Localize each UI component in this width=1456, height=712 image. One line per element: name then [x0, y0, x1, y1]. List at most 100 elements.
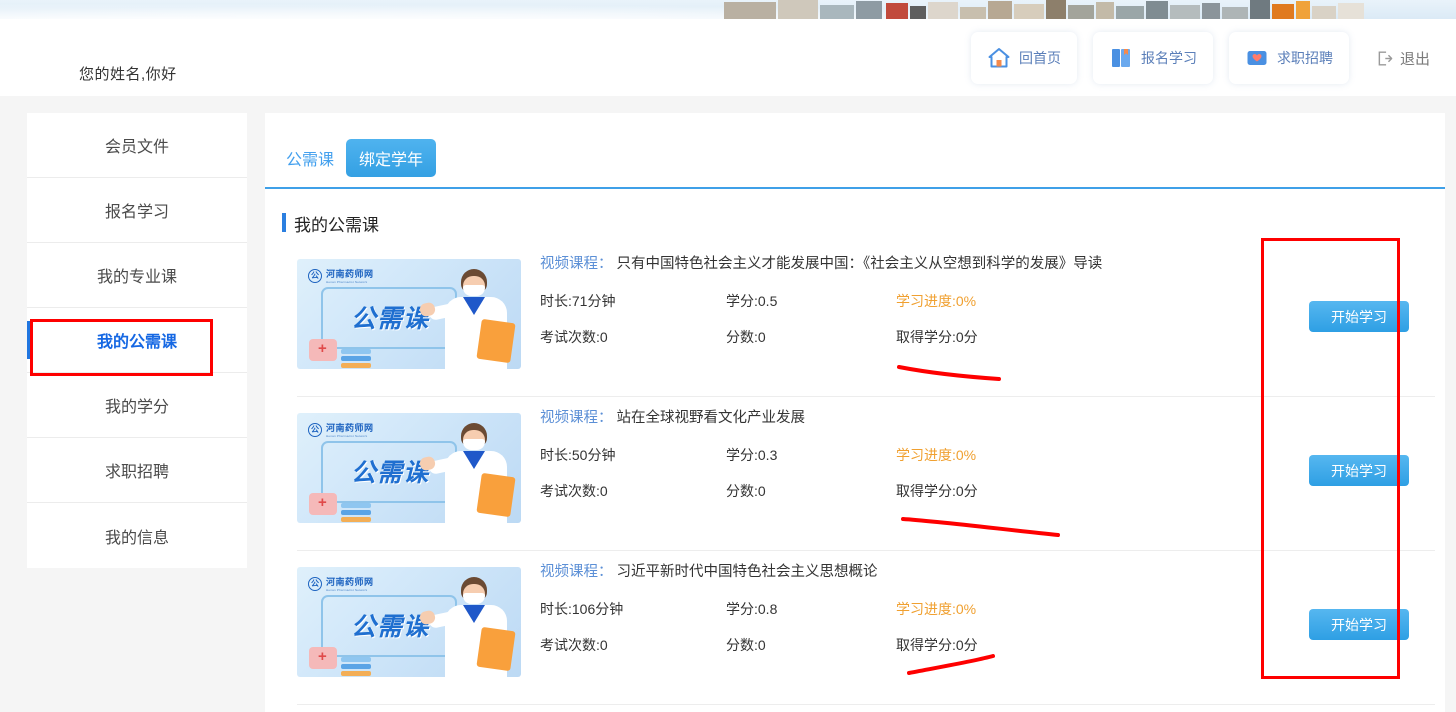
- sidebar-item-member-files[interactable]: 会员文件: [27, 113, 247, 178]
- sidebar-item-my-major-courses[interactable]: 我的专业课: [27, 243, 247, 308]
- course-title-prefix: 视频课程：: [540, 564, 613, 580]
- logout-button[interactable]: 退出: [1369, 48, 1440, 69]
- illustration-books: [341, 664, 371, 669]
- site-logo: 公 河南药师网 Henan Pharmacist Network: [308, 575, 374, 592]
- course-duration: 时长:71分钟: [540, 293, 616, 309]
- sidebar-item-job-recruitment[interactable]: 求职招聘: [27, 438, 247, 503]
- banner-cityscape: [724, 0, 1364, 19]
- course-title: 视频课程： 站在全球视野看文化产业发展: [540, 407, 1200, 429]
- logout-label: 退出: [1399, 50, 1430, 68]
- nav-home-label: 回首页: [1018, 50, 1061, 66]
- course-duration: 时长:50分钟: [540, 447, 616, 463]
- course-title: 视频课程： 习近平新时代中国特色社会主义思想概论: [540, 561, 1200, 583]
- illustration-medkit: [309, 493, 337, 515]
- course-meta-row-1: 时长:71分钟 学分:0.5 学习进度:0%: [540, 291, 1200, 311]
- tab-public-courses[interactable]: 公需课: [282, 140, 338, 176]
- course-meta-row-2: 考试次数:0 分数:0 取得学分:0分: [540, 481, 1200, 501]
- illustration-clipboard: [476, 626, 516, 672]
- site-logo: 公 河南药师网 Henan Pharmacist Network: [308, 421, 374, 438]
- section-title: 我的公需课: [282, 211, 379, 236]
- illustration-books: [341, 356, 371, 361]
- logout-icon: [1378, 50, 1393, 66]
- sidebar-item-label: 报名学习: [104, 204, 169, 221]
- logo-brand-en: Henan Pharmacist Network: [326, 434, 368, 438]
- sidebar-item-label: 我的学分: [104, 399, 169, 416]
- logo-brand-cn: 河南药师网: [326, 577, 374, 587]
- course-credit: 学分:0.3: [726, 447, 778, 463]
- course-earned-credit: 取得学分:0分: [896, 637, 978, 653]
- course-row: 公 河南药师网 Henan Pharmacist Network 公需课 + 视…: [297, 397, 1435, 551]
- sidebar-item-label: 我的信息: [104, 529, 169, 547]
- sidebar-item-label: 求职招聘: [104, 464, 169, 481]
- course-score: 分数:0: [726, 637, 766, 653]
- illustration-mask: [463, 285, 485, 296]
- course-thumbnail: 公 河南药师网 Henan Pharmacist Network 公需课: [297, 567, 521, 677]
- book-icon: [1111, 49, 1130, 67]
- course-list: 公 河南药师网 Henan Pharmacist Network 公需课 + 视…: [297, 243, 1435, 705]
- illustration-medkit: [309, 647, 337, 669]
- course-action-cell: 开始学习: [1309, 551, 1435, 704]
- sidebar-item-label: 我的公需课: [96, 334, 177, 351]
- course-duration: 时长:106分钟: [540, 601, 624, 617]
- nav-enroll-button[interactable]: 报名学习: [1092, 32, 1213, 84]
- course-exam-count: 考试次数:0: [540, 329, 608, 345]
- course-meta-row-2: 考试次数:0 分数:0 取得学分:0分: [540, 327, 1200, 347]
- course-title: 视频课程： 只有中国特色社会主义才能发展中国：《社会主义从空想到科学的发展》导读: [540, 253, 1200, 275]
- illustration-books: [341, 510, 371, 515]
- course-info: 视频课程： 习近平新时代中国特色社会主义思想概论 时长:106分钟 学分:0.8…: [540, 551, 1200, 655]
- course-thumbnail: 公 河南药师网 Henan Pharmacist Network 公需课: [297, 259, 521, 369]
- course-title-prefix: 视频课程：: [540, 410, 613, 426]
- start-study-button[interactable]: 开始学习: [1309, 301, 1409, 332]
- logo-mark: 公: [308, 422, 322, 437]
- course-title-text: 只有中国特色社会主义才能发展中国：《社会主义从空想到科学的发展》导读: [616, 256, 1103, 272]
- course-exam-count: 考试次数:0: [540, 637, 608, 653]
- course-action-cell: 开始学习: [1309, 397, 1435, 550]
- course-meta-row-2: 考试次数:0 分数:0 取得学分:0分: [540, 635, 1200, 655]
- header-nav: 回首页 报名学习 求职招聘 退出: [970, 32, 1440, 84]
- logo-mark: 公: [308, 268, 322, 283]
- sidebar-item-my-credits[interactable]: 我的学分: [27, 373, 247, 438]
- tab-bind-academic-year[interactable]: 绑定学年: [346, 139, 437, 177]
- course-meta-row-1: 时长:50分钟 学分:0.3 学习进度:0%: [540, 445, 1200, 465]
- nav-enroll-label: 报名学习: [1140, 50, 1197, 66]
- home-icon: [988, 48, 1010, 68]
- tab-bar: 公需课 绑定学年: [282, 139, 437, 177]
- course-meta-row-1: 时长:106分钟 学分:0.8 学习进度:0%: [540, 599, 1200, 619]
- nav-jobs-button[interactable]: 求职招聘: [1228, 32, 1349, 84]
- sidebar-item-my-info[interactable]: 我的信息: [27, 503, 247, 568]
- main-content: 公需课 绑定学年 我的公需课 公 河南药师网 Henan Pharmacist …: [265, 113, 1445, 712]
- course-title-prefix: 视频课程：: [540, 256, 613, 272]
- start-study-button[interactable]: 开始学习: [1309, 455, 1409, 486]
- sidebar-item-label: 我的专业课: [96, 269, 177, 286]
- course-credit: 学分:0.8: [726, 601, 778, 617]
- course-title-text: 习近平新时代中国特色社会主义思想概论: [616, 564, 878, 580]
- logo-mark: 公: [308, 576, 322, 591]
- illustration-mask: [463, 593, 485, 604]
- course-progress: 学习进度:0%: [896, 447, 977, 463]
- logo-brand-cn: 河南药师网: [326, 423, 374, 433]
- envelope-heart-icon: [1247, 51, 1267, 65]
- nav-jobs-label: 求职招聘: [1276, 50, 1333, 66]
- course-earned-credit: 取得学分:0分: [896, 329, 978, 345]
- course-credit: 学分:0.5: [726, 293, 778, 309]
- site-logo: 公 河南药师网 Henan Pharmacist Network: [308, 267, 374, 284]
- course-title-text: 站在全球视野看文化产业发展: [616, 410, 806, 426]
- course-row: 公 河南药师网 Henan Pharmacist Network 公需课 + 视…: [297, 551, 1435, 705]
- sidebar-item-enroll-study[interactable]: 报名学习: [27, 178, 247, 243]
- course-thumbnail: 公 河南药师网 Henan Pharmacist Network 公需课: [297, 413, 521, 523]
- course-info: 视频课程： 站在全球视野看文化产业发展 时长:50分钟 学分:0.3 学习进度:…: [540, 397, 1200, 501]
- sidebar-item-label: 会员文件: [104, 139, 169, 156]
- course-exam-count: 考试次数:0: [540, 483, 608, 499]
- course-score: 分数:0: [726, 483, 766, 499]
- sidebar-item-my-public-courses[interactable]: 我的公需课: [27, 308, 247, 373]
- start-study-button[interactable]: 开始学习: [1309, 609, 1409, 640]
- course-progress: 学习进度:0%: [896, 293, 977, 309]
- nav-home-button[interactable]: 回首页: [970, 32, 1077, 84]
- illustration-clipboard: [476, 472, 516, 518]
- user-greeting: 您的姓名,你好: [79, 66, 177, 83]
- logo-brand-cn: 河南药师网: [326, 269, 374, 279]
- page-header: 您的姓名,你好 回首页 报名学习 求职招聘 退出: [0, 19, 1456, 96]
- course-action-cell: 开始学习: [1309, 243, 1435, 396]
- illustration-mask: [463, 439, 485, 450]
- course-row: 公 河南药师网 Henan Pharmacist Network 公需课 + 视…: [297, 243, 1435, 397]
